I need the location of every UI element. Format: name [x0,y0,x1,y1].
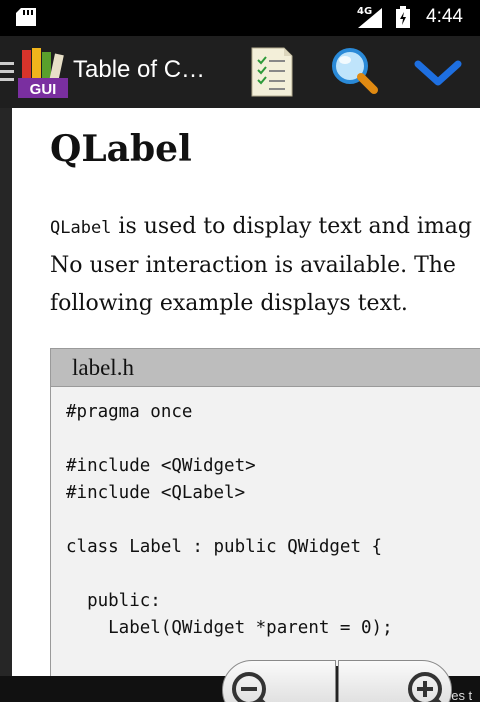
zoom-out-icon [232,672,266,702]
action-bar-title[interactable]: Table of C… [73,56,205,84]
drawer-menu-icon[interactable] [0,62,14,84]
action-bar: GUI Table of C… [0,36,480,108]
zoom-out-button[interactable] [222,660,336,702]
para-line-1: QLabel is used to display text and imag [50,208,480,247]
battery-icon [396,6,410,28]
signal-icon [358,8,382,28]
para-line-2: No user interaction is available. The [50,253,456,278]
logo-text: GUI [30,81,57,98]
zoom-in-icon [408,672,442,702]
zoom-in-button[interactable] [338,660,452,702]
code-filename: label.h [51,349,480,387]
article-content[interactable]: QLabel QLabel is used to display text an… [0,108,480,676]
left-edge [0,108,12,676]
para-line-3: following example displays text. [50,291,408,316]
table-of-contents-icon[interactable] [244,44,300,100]
code-block: #pragma once #include <QWidget> #include… [66,402,393,638]
para-line-1-text: is used to display text and imag [111,214,472,239]
app-logo[interactable]: GUI [18,46,68,98]
clock: 4:44 [426,6,463,27]
sd-card-icon [16,8,36,26]
status-bar: 4G 4:44 [0,0,480,36]
search-icon[interactable] [326,44,382,100]
chevron-down-icon[interactable] [410,44,466,100]
code-listing: label.h #pragma once #include <QWidget> … [50,348,480,676]
zoom-control [222,660,452,702]
page-title: QLabel [50,128,192,170]
inline-code: QLabel [50,218,112,238]
intro-paragraph: QLabel is used to display text and imag … [50,208,480,323]
